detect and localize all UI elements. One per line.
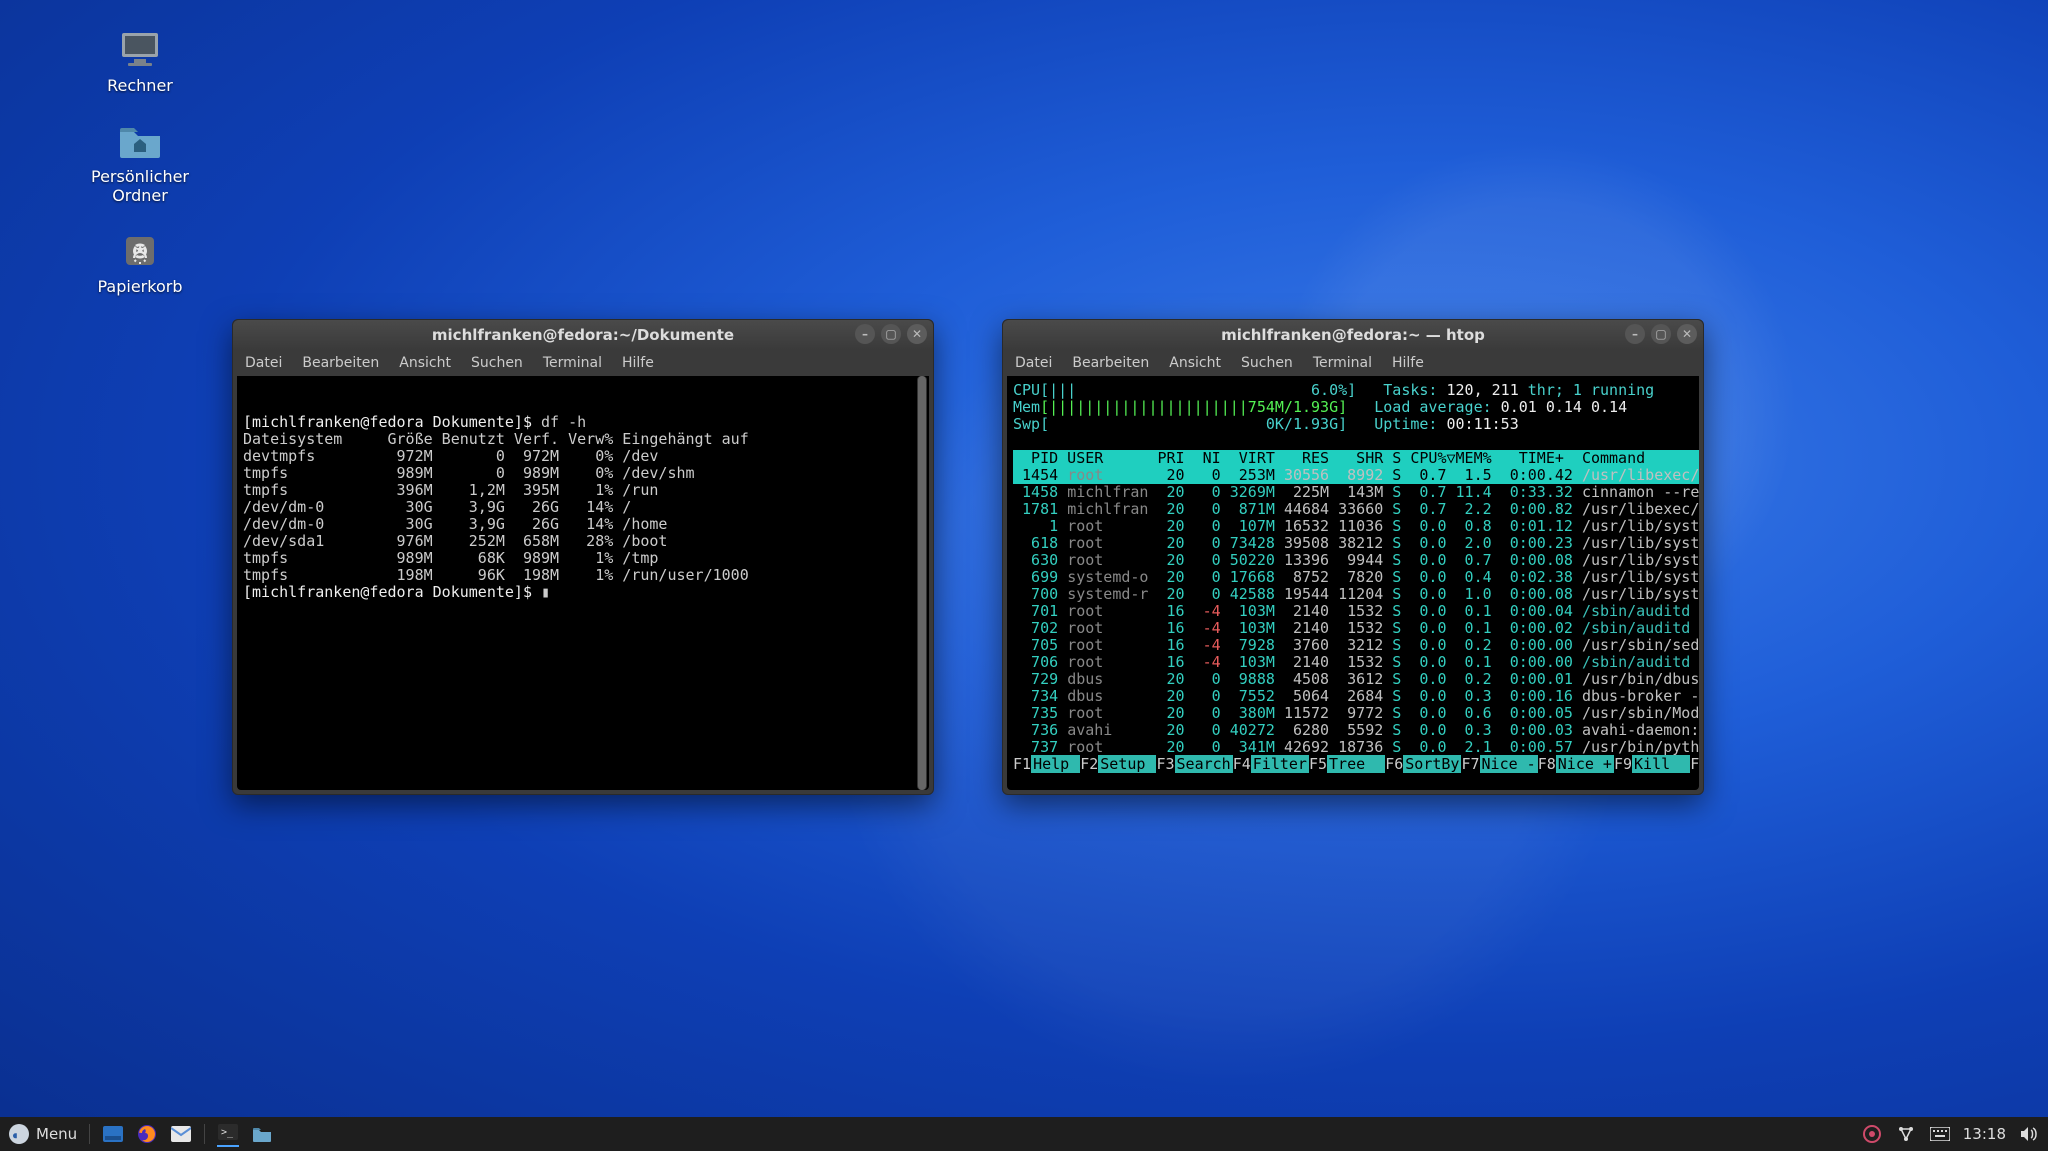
menu-suchen[interactable]: Suchen [1241,355,1293,371]
menu-suchen[interactable]: Suchen [471,355,523,371]
terminal-window-df[interactable]: michlfranken@fedora:~/Dokumente – ▢ ✕ Da… [232,319,934,795]
tray-keyboard-icon[interactable] [1929,1123,1951,1145]
titlebar[interactable]: michlfranken@fedora:~ — htop – ▢ ✕ [1003,320,1703,350]
desktop-icon-label: Papierkorb [98,277,183,296]
desktop-icon-home[interactable]: Persönlicher Ordner [70,121,210,205]
show-desktop-button[interactable] [102,1123,124,1145]
start-menu-label: Menu [36,1125,77,1143]
maximize-button[interactable]: ▢ [1651,324,1671,344]
show-desktop-icon [102,1123,124,1145]
tray-clock[interactable]: 13:18 [1963,1125,2006,1143]
fedora-icon [8,1123,30,1145]
menubar: Datei Bearbeiten Ansicht Suchen Terminal… [1003,350,1703,376]
desktop-icon-computer[interactable]: Rechner [70,30,210,95]
terminal-output[interactable]: [michlfranken@fedora Dokumente]$ df -h D… [237,376,929,790]
folder-home-icon [117,121,163,161]
menu-datei[interactable]: Datei [1015,355,1052,371]
close-button[interactable]: ✕ [1677,324,1697,344]
tray-volume-icon[interactable] [2018,1123,2040,1145]
menu-hilfe[interactable]: Hilfe [622,355,654,371]
menu-bearbeiten[interactable]: Bearbeiten [302,355,379,371]
scrollbar[interactable] [917,376,927,790]
folder-icon [251,1123,273,1145]
desktop-icon-label: Rechner [107,76,173,95]
terminal-output[interactable]: CPU[||| 6.0%] Tasks: 120, 211 thr; 1 run… [1007,376,1699,790]
taskbar-app-mail[interactable] [170,1123,192,1145]
computer-icon [117,30,163,70]
terminal-window-htop[interactable]: michlfranken@fedora:~ — htop – ▢ ✕ Datei… [1002,319,1704,795]
firefox-icon [136,1123,158,1145]
menu-terminal[interactable]: Terminal [543,355,602,371]
taskbar-running-terminal[interactable]: >_ [217,1121,239,1147]
desktop-icon-trash[interactable]: Papierkorb [70,231,210,296]
menu-terminal[interactable]: Terminal [1313,355,1372,371]
menu-ansicht[interactable]: Ansicht [1169,355,1221,371]
menu-hilfe[interactable]: Hilfe [1392,355,1424,371]
trash-icon [117,231,163,271]
minimize-button[interactable]: – [855,324,875,344]
taskbar-app-firefox[interactable] [136,1123,158,1145]
tray-update-icon[interactable] [1861,1123,1883,1145]
tray-network-icon[interactable] [1895,1123,1917,1145]
close-button[interactable]: ✕ [907,324,927,344]
scrollbar-thumb[interactable] [918,376,926,790]
menu-bearbeiten[interactable]: Bearbeiten [1072,355,1149,371]
terminal-icon: >_ [217,1121,239,1143]
desktop-icon-label: Persönlicher Ordner [91,167,189,205]
titlebar[interactable]: michlfranken@fedora:~/Dokumente – ▢ ✕ [233,320,933,350]
menu-ansicht[interactable]: Ansicht [399,355,451,371]
taskbar: Menu >_ [0,1117,2048,1151]
svg-text:>_: >_ [221,1127,234,1138]
minimize-button[interactable]: – [1625,324,1645,344]
menu-datei[interactable]: Datei [245,355,282,371]
window-title: michlfranken@fedora:~ — htop [1221,326,1485,344]
start-menu-button[interactable]: Menu [8,1123,77,1145]
maximize-button[interactable]: ▢ [881,324,901,344]
desktop-icons: Rechner Persönlicher Ordner Papierkorb [70,30,210,296]
menubar: Datei Bearbeiten Ansicht Suchen Terminal… [233,350,933,376]
taskbar-running-files[interactable] [251,1123,273,1145]
window-title: michlfranken@fedora:~/Dokumente [432,326,734,344]
mail-icon [170,1123,192,1145]
